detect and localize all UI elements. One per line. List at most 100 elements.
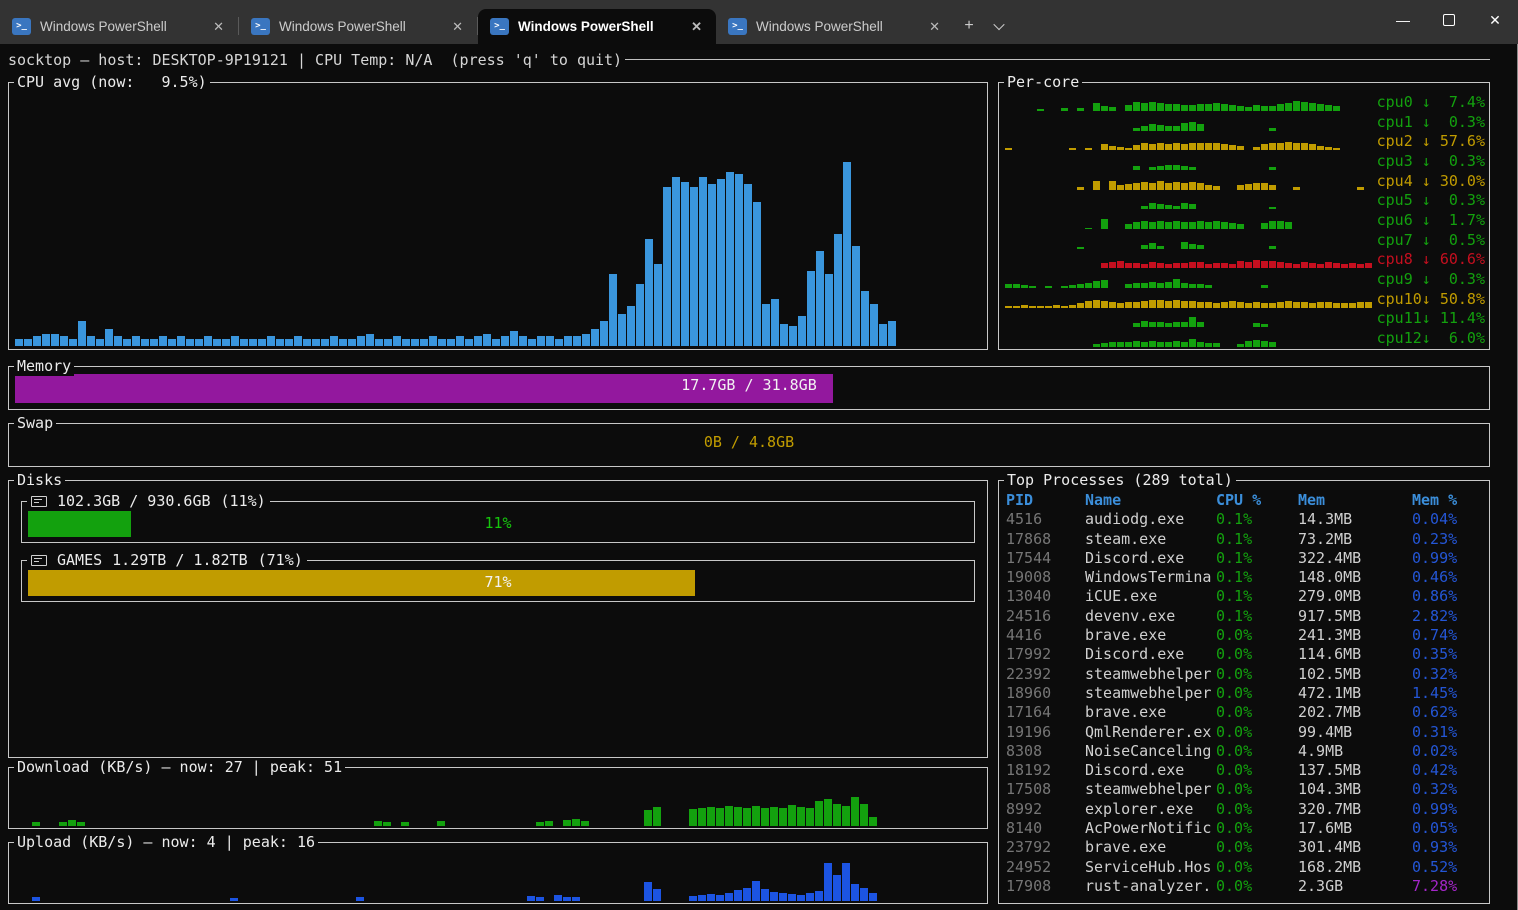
histogram-bar [1141,221,1148,229]
process-cpu: 0.1% [1216,530,1298,549]
histogram-bar [168,339,176,346]
powershell-icon: >_ [12,18,31,35]
histogram-bar [797,807,805,826]
process-row[interactable]: 24516devenv.exe0.1%917.5MB2.82% [1006,607,1485,626]
histogram-bar [123,339,131,346]
process-row[interactable]: 17992Discord.exe0.0%114.6MB0.35% [1006,645,1485,664]
tab-powershell-1[interactable]: >_ Windows PowerShell ✕ [0,9,238,44]
cpu-avg-title: CPU avg (now: 9.5%) [14,73,210,92]
tab-dropdown-button[interactable] [984,11,1014,41]
histogram-bar [420,339,428,346]
minimize-button[interactable]: — [1380,0,1426,40]
histogram-bar [1133,323,1140,327]
process-pid: 17992 [1006,645,1085,664]
histogram-bar [1093,300,1100,307]
column-header[interactable]: CPU % [1216,491,1298,510]
histogram-bar [725,806,733,826]
histogram-bar [825,274,833,346]
histogram-bar [1213,343,1220,346]
histogram-bar [1101,263,1108,268]
process-row[interactable]: 8140AcPowerNotific0.0%17.6MB0.05% [1006,819,1485,838]
process-row[interactable]: 17908rust-analyzer.0.0%2.3GB7.28% [1006,877,1485,896]
histogram-bar [1165,165,1172,170]
process-row[interactable]: 17544Discord.exe0.1%322.4MB0.99% [1006,549,1485,568]
process-row[interactable]: 4416brave.exe0.0%241.3MB0.74% [1006,626,1485,645]
process-cpu: 0.1% [1216,549,1298,568]
process-row[interactable]: 4516audiodg.exe0.1%14.3MB0.04% [1006,510,1485,529]
histogram-bar [1197,104,1204,111]
histogram-bar [69,339,77,346]
process-mem-percent: 0.42% [1412,761,1485,780]
tab-powershell-3-active[interactable]: >_ Windows PowerShell ✕ [478,9,716,44]
histogram-bar [519,336,527,346]
histogram-bar [105,329,113,346]
core-sparkline [1005,133,1373,150]
tab-bar: >_ Windows PowerShell ✕ >_ Windows Power… [0,0,1518,44]
histogram-bar [536,822,544,827]
tab-close-icon[interactable]: ✕ [207,17,230,37]
column-header[interactable]: PID [1006,491,1085,510]
tab-close-icon[interactable]: ✕ [446,17,469,37]
close-button[interactable]: ✕ [1472,0,1518,40]
column-header[interactable]: Mem [1298,491,1412,510]
histogram-bar [563,897,571,902]
histogram-bar [807,271,815,346]
histogram-bar [1309,263,1316,268]
histogram-bar [1197,302,1204,308]
process-name: Discord.exe [1085,549,1216,568]
process-row[interactable]: 17508steamwebhelper0.0%104.3MB0.32% [1006,780,1485,799]
tab-powershell-4[interactable]: >_ Windows PowerShell ✕ [716,9,954,44]
histogram-bar [1325,262,1332,268]
process-row[interactable]: 17868steam.exe0.1%73.2MB0.23% [1006,530,1485,549]
histogram-bar [141,339,149,346]
histogram-bar [1101,219,1108,229]
core-row-cpu7: cpu7 ↓ 0.5% [1005,230,1485,249]
process-mem-percent: 0.02% [1412,742,1485,761]
process-row[interactable]: 19196QmlRenderer.ex0.0%99.4MB0.31% [1006,723,1485,742]
maximize-icon [1443,14,1455,26]
column-header[interactable]: Name [1085,491,1216,510]
histogram-bar [1333,148,1340,151]
histogram-bar [1253,147,1260,151]
process-row[interactable]: 22392steamwebhelper0.0%102.5MB0.32% [1006,665,1485,684]
histogram-bar [1269,246,1276,249]
process-row[interactable]: 17164brave.exe0.0%202.7MB0.62% [1006,703,1485,722]
histogram-bar [1261,223,1268,229]
histogram-bar [1133,145,1140,150]
process-row[interactable]: 13040iCUE.exe0.1%279.0MB0.86% [1006,587,1485,606]
histogram-bar [78,321,86,346]
histogram-bar [1101,106,1108,111]
column-header[interactable]: Mem % [1412,491,1485,510]
tab-close-icon[interactable]: ✕ [923,17,946,37]
process-row[interactable]: 24952ServiceHub.Hos0.0%168.2MB0.52% [1006,858,1485,877]
histogram-bar [1293,187,1300,190]
process-row[interactable]: 23792brave.exe0.0%301.4MB0.93% [1006,838,1485,857]
histogram-bar [1357,187,1364,190]
histogram-bar [1261,106,1268,111]
histogram-bar [1229,145,1236,150]
histogram-bar [554,895,562,901]
core-sparkline [1005,94,1373,111]
histogram-bar [1301,143,1308,150]
core-row-cpu0: cpu0 ↓ 7.4% [1005,92,1485,111]
process-row[interactable]: 19008WindowsTermina0.1%148.0MB0.46% [1006,568,1485,587]
histogram-bar [1197,245,1204,249]
swap-value: 0B / 4.8GB [15,431,1483,460]
maximize-button[interactable] [1426,0,1472,40]
histogram-bar [1093,181,1100,189]
histogram-bar [1173,126,1180,130]
new-tab-button[interactable]: + [954,11,984,41]
process-row[interactable]: 8308NoiseCanceling0.0%4.9MB0.02% [1006,742,1485,761]
process-row[interactable]: 8992explorer.exe0.0%320.7MB0.99% [1006,800,1485,819]
process-mem-percent: 1.45% [1412,684,1485,703]
histogram-bar [1157,342,1164,347]
process-row[interactable]: 18960steamwebhelper0.0%472.1MB1.45% [1006,684,1485,703]
cpu-avg-panel: CPU avg (now: 9.5%) [8,82,988,350]
histogram-bar [888,321,896,346]
histogram-bar [1357,302,1364,307]
process-row[interactable]: 18192Discord.exe0.0%137.5MB0.42% [1006,761,1485,780]
tab-close-icon[interactable]: ✕ [685,17,708,37]
histogram-bar [1133,102,1140,111]
histogram-bar [717,179,725,346]
tab-powershell-2[interactable]: >_ Windows PowerShell ✕ [239,9,477,44]
